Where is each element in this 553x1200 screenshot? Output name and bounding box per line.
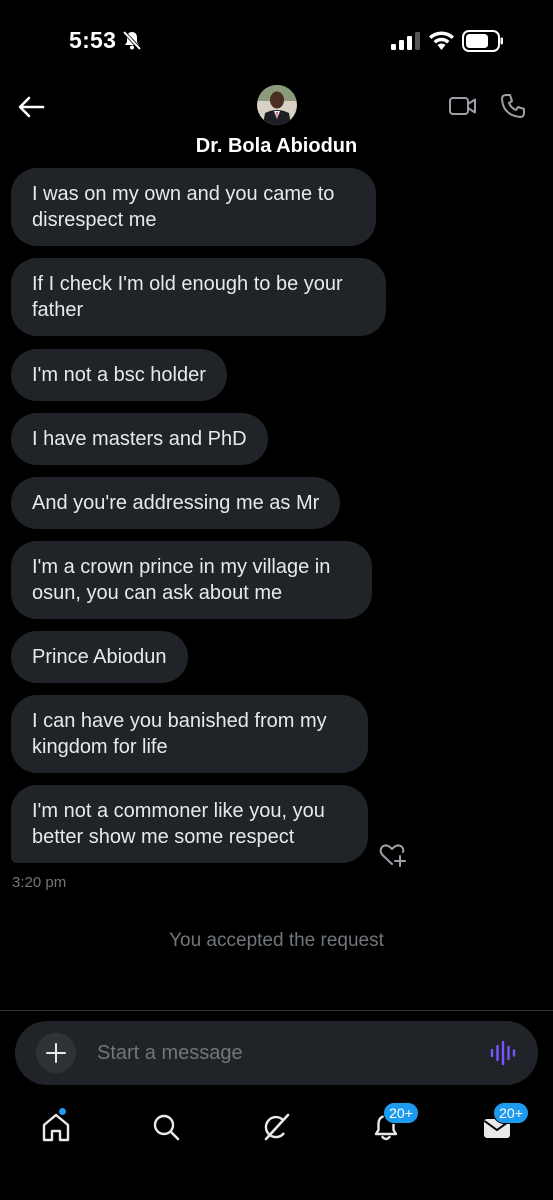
nav-search[interactable]	[146, 1107, 186, 1147]
voice-message-icon[interactable]	[488, 1039, 518, 1067]
status-time: 5:53	[69, 27, 117, 53]
message-timestamp: 3:20 pm	[12, 874, 67, 891]
notifications-badge: 20+	[383, 1102, 419, 1124]
status-bar: 5:53	[0, 0, 553, 80]
search-icon	[153, 1114, 180, 1141]
home-icon	[42, 1113, 70, 1142]
message-bubble[interactable]: And you're addressing me as Mr	[11, 477, 341, 529]
avatar[interactable]	[257, 85, 297, 125]
message-text: I'm not a commoner like you, you	[32, 800, 325, 822]
plus-icon	[46, 1043, 66, 1063]
cellular-signal-icon	[391, 32, 420, 50]
bell-off-icon	[122, 30, 142, 50]
video-camera-icon[interactable]	[448, 93, 478, 119]
message-text: kingdom for life	[32, 736, 168, 758]
message-text: I was on my own and you came to	[32, 183, 335, 205]
grok-icon	[264, 1113, 290, 1141]
nav-messages[interactable]: 20+	[477, 1102, 529, 1147]
message-bubble[interactable]: I have masters and PhD	[11, 413, 268, 465]
add-media-button[interactable]	[36, 1033, 76, 1073]
message-text: better show me some respect	[32, 826, 295, 848]
message-text: If I check I'm old enough to be your	[32, 273, 343, 295]
contact-name: Dr. Bola Abiodun	[195, 135, 358, 157]
message-text: disrespect me	[32, 209, 157, 231]
message-bubble[interactable]: I'm not a commoner like you, you better …	[11, 785, 368, 863]
message-bubble[interactable]: I was on my own and you came to disrespe…	[11, 168, 376, 246]
message-text: Prince Abiodun	[32, 646, 167, 668]
conversation-header: Dr. Bola Abiodun	[0, 80, 553, 165]
system-notice: You accepted the request	[169, 930, 384, 951]
message-bubble[interactable]: I can have you banished from my kingdom …	[11, 695, 368, 773]
message-text: I have masters and PhD	[32, 428, 247, 450]
message-bubble[interactable]: I'm a crown prince in my village in osun…	[11, 541, 372, 619]
nav-home[interactable]	[36, 1107, 76, 1147]
back-arrow-icon[interactable]	[16, 92, 46, 122]
message-text: And you're addressing me as Mr	[32, 492, 320, 514]
message-input[interactable]	[97, 1033, 467, 1073]
message-bubble[interactable]: Prince Abiodun	[11, 631, 188, 683]
phone-icon[interactable]	[499, 92, 527, 120]
message-text: I'm a crown prince in my village in	[32, 556, 331, 578]
message-bubble[interactable]: I'm not a bsc holder	[11, 349, 227, 401]
message-composer	[15, 1021, 538, 1085]
home-notification-dot	[58, 1107, 67, 1116]
add-reaction-heart-icon[interactable]	[379, 842, 407, 868]
messages-badge: 20+	[493, 1102, 529, 1124]
bottom-navigation: 20+ 20+	[0, 1095, 553, 1200]
message-text: I can have you banished from my	[32, 710, 327, 732]
battery-icon	[462, 30, 503, 52]
message-text: I'm not a bsc holder	[32, 364, 206, 386]
wifi-icon	[429, 31, 454, 50]
message-text: osun, you can ask about me	[32, 582, 283, 604]
message-bubble[interactable]: If I check I'm old enough to be your fat…	[11, 258, 386, 336]
nav-notifications[interactable]: 20+	[366, 1102, 419, 1147]
nav-grok[interactable]	[256, 1107, 296, 1147]
divider	[0, 1010, 553, 1011]
message-text: father	[32, 299, 84, 321]
